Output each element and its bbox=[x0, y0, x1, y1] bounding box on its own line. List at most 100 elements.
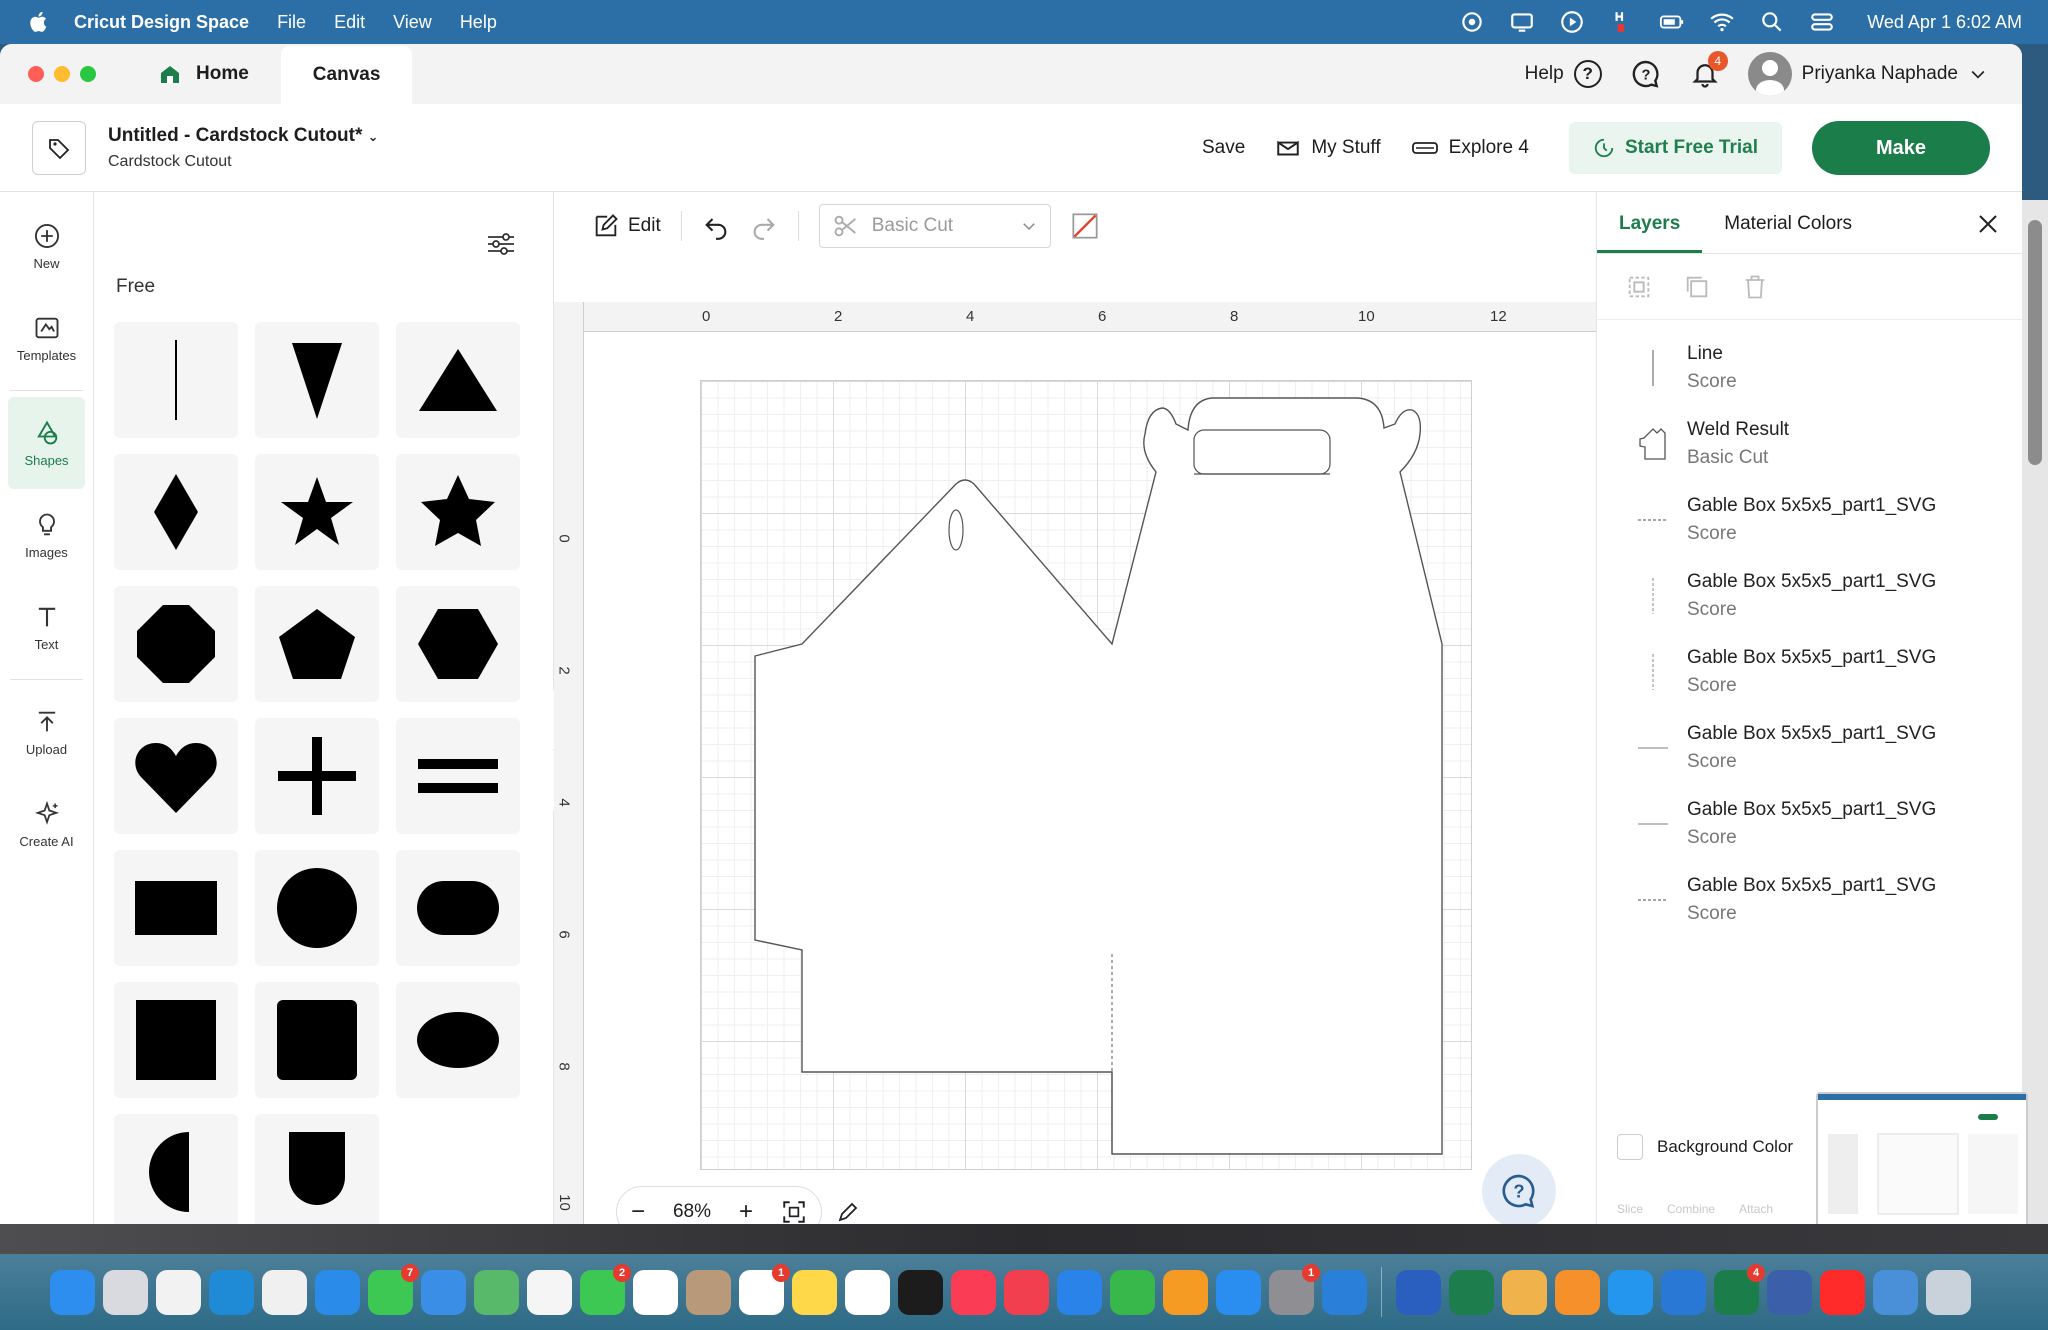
help-button[interactable]: Help ? bbox=[1525, 60, 1602, 88]
control-center-icon[interactable] bbox=[1809, 9, 1835, 35]
dock-calendar-icon[interactable] bbox=[633, 1269, 678, 1315]
shape-line[interactable] bbox=[114, 322, 238, 438]
dock-cricut-bridge-icon[interactable] bbox=[1449, 1269, 1494, 1315]
dock-chrome-icon[interactable] bbox=[156, 1269, 201, 1315]
close-icon[interactable] bbox=[1976, 212, 2000, 236]
battery-icon[interactable] bbox=[1659, 9, 1685, 35]
layer-row[interactable]: Gable Box 5x5x5_part1_SVG Score bbox=[1597, 862, 2022, 938]
edit-button[interactable]: Edit bbox=[592, 212, 661, 240]
dock-maps-icon[interactable] bbox=[474, 1269, 519, 1315]
dock-storage-icon[interactable] bbox=[1767, 1269, 1812, 1315]
dock-reminders-icon[interactable]: 1 bbox=[739, 1263, 790, 1315]
shape-rounded-rectangle[interactable] bbox=[396, 850, 520, 966]
make-button[interactable]: Make bbox=[1812, 121, 1990, 175]
layer-row[interactable]: Gable Box 5x5x5_part1_SVG Score bbox=[1597, 558, 2022, 634]
play-icon[interactable] bbox=[1559, 9, 1585, 35]
window-scrollbar[interactable] bbox=[2022, 200, 2048, 1230]
shape-star-thick[interactable] bbox=[396, 454, 520, 570]
dock-safari-icon[interactable] bbox=[315, 1269, 360, 1315]
layer-row[interactable]: Gable Box 5x5x5_part1_SVG Score bbox=[1597, 482, 2022, 558]
rail-images[interactable]: Images bbox=[0, 489, 93, 581]
layer-row[interactable]: Gable Box 5x5x5_part1_SVG Score bbox=[1597, 786, 2022, 862]
layer-row[interactable]: Weld Result Basic Cut bbox=[1597, 406, 2022, 482]
shape-heart[interactable] bbox=[114, 718, 238, 834]
dock-youtube-icon[interactable] bbox=[1820, 1269, 1865, 1315]
menu-help[interactable]: Help bbox=[460, 12, 497, 33]
machine-button[interactable]: Explore 4 bbox=[1411, 135, 1529, 161]
my-stuff-button[interactable]: My Stuff bbox=[1275, 135, 1381, 161]
shape-plus[interactable] bbox=[255, 718, 379, 834]
active-app-name[interactable]: Cricut Design Space bbox=[74, 12, 249, 33]
operation-select[interactable]: Basic Cut bbox=[818, 204, 1051, 248]
shape-ellipse[interactable] bbox=[396, 982, 520, 1098]
wifi-icon[interactable] bbox=[1709, 9, 1735, 35]
layer-row[interactable]: Gable Box 5x5x5_part1_SVG Score bbox=[1597, 710, 2022, 786]
filter-icon[interactable] bbox=[485, 230, 517, 258]
clock[interactable]: Wed Apr 1 6:02 AM bbox=[1867, 12, 2022, 33]
zoom-in-button[interactable]: + bbox=[739, 1198, 753, 1224]
shape-inverted-triangle[interactable] bbox=[255, 322, 379, 438]
redo-icon[interactable] bbox=[750, 212, 778, 240]
dock-numbers-icon[interactable] bbox=[1110, 1269, 1155, 1315]
notifications-button[interactable]: 4 bbox=[1690, 51, 1728, 89]
tab-home[interactable]: Home bbox=[126, 44, 281, 104]
duplicate-icon[interactable] bbox=[1683, 273, 1711, 301]
shape-triangle[interactable] bbox=[396, 322, 520, 438]
screenshot-thumbnail[interactable] bbox=[1816, 1092, 2028, 1230]
start-free-trial-button[interactable]: Start Free Trial bbox=[1568, 122, 1782, 174]
trash-icon[interactable] bbox=[1741, 273, 1769, 301]
dock-books-icon[interactable] bbox=[1555, 1269, 1600, 1315]
rail-create-ai[interactable]: Create AI bbox=[0, 778, 93, 870]
shape-diamond[interactable] bbox=[114, 454, 238, 570]
dock-system-settings-icon[interactable]: 1 bbox=[1269, 1263, 1320, 1315]
dock-photos-icon[interactable] bbox=[527, 1269, 572, 1315]
dock-word-icon[interactable] bbox=[1396, 1269, 1441, 1315]
rail-templates[interactable]: Templates bbox=[0, 292, 93, 384]
dock-trash-icon[interactable] bbox=[1926, 1269, 1971, 1315]
rail-shapes[interactable]: Shapes bbox=[8, 397, 85, 489]
shape-pentagon[interactable] bbox=[255, 586, 379, 702]
gable-box-design[interactable] bbox=[700, 380, 1472, 1170]
shape-hexagon[interactable] bbox=[396, 586, 520, 702]
rail-upload[interactable]: Upload bbox=[0, 686, 93, 778]
scrollbar-thumb[interactable] bbox=[2028, 220, 2042, 465]
menu-file[interactable]: File bbox=[277, 12, 306, 33]
dock-mail-icon[interactable] bbox=[421, 1269, 466, 1315]
apple-menu-icon[interactable] bbox=[26, 9, 52, 35]
tools-icon[interactable] bbox=[1609, 9, 1635, 35]
dock-zotero-icon[interactable] bbox=[262, 1269, 307, 1315]
spotlight-search-icon[interactable] bbox=[1759, 9, 1785, 35]
dock-docker-icon[interactable] bbox=[1608, 1269, 1653, 1315]
tab-material-colors[interactable]: Material Colors bbox=[1702, 213, 1874, 253]
shape-shield[interactable] bbox=[255, 1114, 379, 1224]
undo-icon[interactable] bbox=[702, 212, 730, 240]
background-color-checkbox[interactable] bbox=[1617, 1134, 1643, 1160]
background-color-toggle[interactable]: Background Color bbox=[1617, 1134, 1793, 1160]
shape-equals[interactable] bbox=[396, 718, 520, 834]
dock-finder-icon[interactable] bbox=[50, 1269, 95, 1315]
dock-freeform-icon[interactable] bbox=[845, 1269, 890, 1315]
screen-recording-icon[interactable] bbox=[1459, 9, 1485, 35]
tab-canvas[interactable]: Canvas bbox=[280, 46, 413, 104]
shape-rounded-square[interactable] bbox=[255, 982, 379, 1098]
group-icon[interactable] bbox=[1625, 273, 1653, 301]
shape-octagon[interactable] bbox=[114, 586, 238, 702]
screen-mirroring-icon[interactable] bbox=[1509, 9, 1535, 35]
dock-news-icon[interactable] bbox=[1004, 1269, 1049, 1315]
dock-messages-icon[interactable]: 7 bbox=[368, 1263, 419, 1315]
menu-view[interactable]: View bbox=[393, 12, 432, 33]
layer-row[interactable]: Gable Box 5x5x5_part1_SVG Score bbox=[1597, 634, 2022, 710]
minimize-window-button[interactable] bbox=[54, 66, 70, 82]
layer-row[interactable]: Line Score bbox=[1597, 330, 2022, 406]
dock-music-icon[interactable] bbox=[951, 1269, 996, 1315]
shape-rectangle[interactable] bbox=[114, 850, 238, 966]
dock-windows-app-icon[interactable] bbox=[1322, 1269, 1367, 1315]
dock-notes-icon[interactable] bbox=[792, 1269, 837, 1315]
dock-facetime-icon[interactable]: 2 bbox=[580, 1263, 631, 1315]
combine-button[interactable]: Combine bbox=[1667, 1202, 1715, 1216]
dock-launchpad-icon[interactable] bbox=[103, 1269, 148, 1315]
chat-help-icon[interactable]: ? bbox=[1630, 58, 1662, 90]
pen-tool-button[interactable] bbox=[822, 1186, 874, 1224]
dock-app-store-icon[interactable] bbox=[1216, 1269, 1261, 1315]
shape-star[interactable] bbox=[255, 454, 379, 570]
